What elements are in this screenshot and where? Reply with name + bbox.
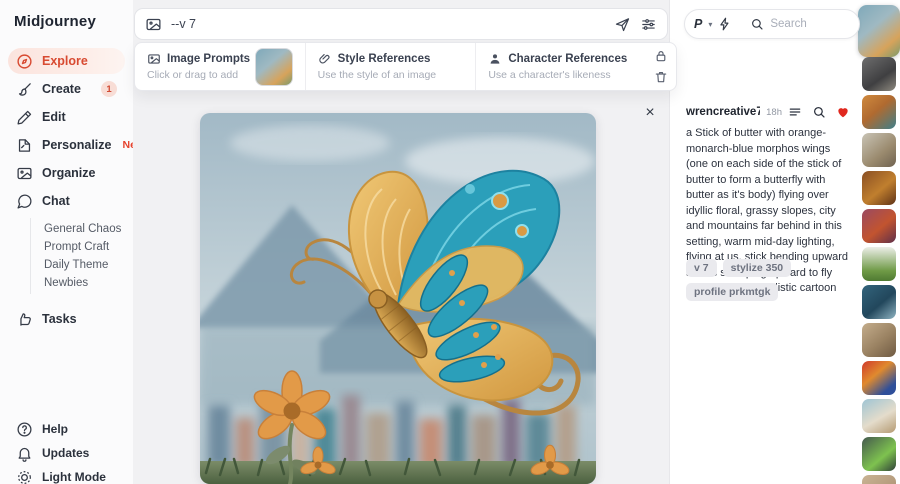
- sidebar-item-label: Organize: [42, 166, 96, 180]
- mode-p-button[interactable]: P: [694, 17, 702, 31]
- send-icon[interactable]: [614, 16, 631, 33]
- username[interactable]: wrencreative77…: [686, 106, 760, 118]
- thumbnail-butterfly-over-city[interactable]: [858, 5, 900, 57]
- trash-icon[interactable]: [654, 70, 668, 84]
- main-artwork-butterfly-image[interactable]: [200, 113, 596, 484]
- sun-icon: [16, 469, 33, 484]
- chat-channel-newbies[interactable]: Newbies: [31, 274, 133, 292]
- person-icon: [488, 52, 502, 66]
- sidebar-item-updates[interactable]: Updates: [8, 442, 125, 464]
- sidebar-item-chat[interactable]: Chat: [8, 188, 125, 214]
- search-input[interactable]: [770, 18, 857, 30]
- sidebar-item-create[interactable]: Create 1: [8, 76, 125, 102]
- tag-profile[interactable]: profile prkmtgk: [686, 283, 779, 301]
- chat-channel-list: General Chaos Prompt Craft Daily Theme N…: [30, 218, 133, 294]
- section-title: Image Prompts: [167, 53, 251, 65]
- section-subtitle: Use a character's likeness: [488, 69, 611, 81]
- search-icon: [750, 17, 764, 31]
- like-heart-icon[interactable]: [836, 105, 850, 119]
- thumbnail-tan-partial[interactable]: [862, 475, 896, 484]
- image-prompt-thumbnail[interactable]: [254, 47, 293, 86]
- chat-channel-prompt-craft[interactable]: Prompt Craft: [31, 238, 133, 256]
- chevron-down-icon[interactable]: ▾: [708, 20, 712, 29]
- thumbnail-underwater-diver[interactable]: [862, 285, 896, 319]
- bell-icon: [16, 445, 33, 462]
- sidebar-item-label: Explore: [42, 54, 88, 68]
- options-menu-icon[interactable]: [788, 105, 802, 119]
- section-title: Character References: [508, 53, 628, 65]
- sidebar-item-personalize[interactable]: Personalize New!: [8, 132, 148, 158]
- sidebar-item-tasks[interactable]: Tasks: [8, 306, 125, 332]
- app-title: Midjourney: [14, 13, 97, 30]
- prompt-bar[interactable]: --v 7: [134, 8, 668, 40]
- tag-version[interactable]: v 7: [686, 259, 717, 277]
- thumbnail-fantasy-creature[interactable]: [862, 209, 896, 243]
- sidebar-item-explore[interactable]: Explore: [8, 48, 125, 74]
- section-subtitle: Use the style of an image: [317, 69, 437, 81]
- paperclip-icon: [318, 52, 332, 66]
- sidebar-item-label: Help: [42, 422, 69, 436]
- image-prompts-dropzone[interactable]: Image Prompts Click or drag to add: [135, 43, 306, 90]
- pencil-icon: [16, 109, 33, 126]
- section-subtitle: Click or drag to add: [147, 69, 239, 81]
- tag-stylize[interactable]: stylize 350: [722, 259, 792, 277]
- character-references-dropzone[interactable]: Character References Use a character's l…: [476, 43, 646, 90]
- create-notification-badge: 1: [101, 81, 117, 97]
- thumbnail-lemur[interactable]: [862, 57, 896, 91]
- thumbs-up-icon: [16, 311, 33, 328]
- chat-channel-general-chaos[interactable]: General Chaos: [31, 220, 133, 238]
- thumbnail-pastry-box[interactable]: [862, 133, 896, 167]
- prompt-input[interactable]: --v 7: [171, 17, 605, 31]
- top-search-bar: P ▾: [684, 9, 860, 39]
- sidebar-item-help[interactable]: Help: [8, 418, 125, 440]
- sidebar-footer: Help Updates Light Mode: [0, 416, 133, 484]
- parameter-tags: v 7 stylize 350 profile prkmtgk: [686, 259, 852, 301]
- timestamp: 18h: [766, 106, 782, 118]
- thumbnail-portrait-headscarf[interactable]: [862, 95, 896, 129]
- sidebar-item-label: Edit: [42, 110, 66, 124]
- sidebar-item-organize[interactable]: Organize: [8, 160, 125, 186]
- sidebar-item-label: Personalize: [42, 138, 112, 152]
- help-icon: [16, 421, 33, 438]
- pen-book-icon: [16, 137, 33, 154]
- thumbnail-pop-art-portrait[interactable]: [862, 361, 896, 395]
- image-icon[interactable]: [145, 16, 162, 33]
- sidebar-item-label: Chat: [42, 194, 70, 208]
- sidebar-item-label: Create: [42, 82, 81, 96]
- sidebar-item-label: Light Mode: [42, 470, 106, 484]
- sidebar-nav: Explore Create 1 Edit Personalize Organi…: [0, 46, 148, 334]
- thumbnail-green-monster[interactable]: [862, 437, 896, 471]
- lightning-bolt-icon[interactable]: [718, 17, 732, 31]
- lock-icon[interactable]: [654, 49, 668, 63]
- chat-channel-daily-theme[interactable]: Daily Theme: [31, 256, 133, 274]
- sidebar-item-label: Tasks: [42, 312, 77, 326]
- close-icon[interactable]: ×: [640, 103, 660, 123]
- style-references-dropzone[interactable]: Style References Use the style of an ima…: [306, 43, 477, 90]
- thumbnail-rail: [858, 0, 900, 484]
- sidebar-item-light-mode[interactable]: Light Mode: [8, 466, 125, 484]
- image-icon: [16, 165, 33, 182]
- search-prompt-icon[interactable]: [812, 105, 826, 119]
- thumbnail-roasted-dish[interactable]: [862, 171, 896, 205]
- image-icon: [147, 52, 161, 66]
- settings-sliders-icon[interactable]: [640, 16, 657, 33]
- thumbnail-ancient-ruins[interactable]: [862, 323, 896, 357]
- sidebar-item-label: Updates: [42, 446, 90, 460]
- reference-panel: Image Prompts Click or drag to add Style…: [134, 42, 677, 91]
- chat-bubble-icon: [16, 193, 33, 210]
- sidebar: Midjourney Explore Create 1 Edit Persona…: [0, 0, 148, 484]
- section-title: Style References: [337, 53, 431, 65]
- thumbnail-hanging-plant[interactable]: [862, 247, 896, 281]
- compass-icon: [16, 53, 33, 70]
- thumbnail-dog-on-beach[interactable]: [862, 399, 896, 433]
- sidebar-item-edit[interactable]: Edit: [8, 104, 125, 130]
- brush-icon: [16, 81, 33, 98]
- midjourney-app: Midjourney Explore Create 1 Edit Persona…: [0, 0, 900, 484]
- post-meta-header: wrencreative77… 18h: [686, 105, 850, 119]
